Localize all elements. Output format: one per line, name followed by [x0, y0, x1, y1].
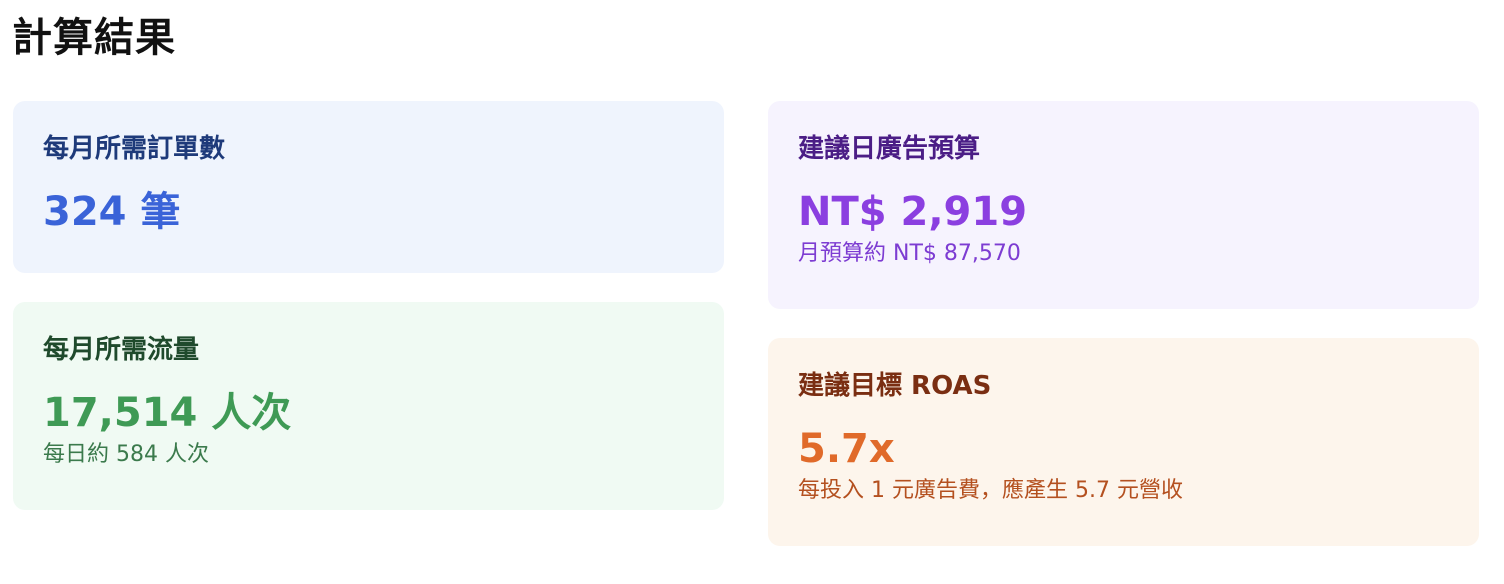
daily-budget-value: NT$ 2,919 — [798, 189, 1028, 235]
roas-explanation-note: 每投入 1 元廣告費，應產生 5.7 元營收 — [798, 478, 1183, 503]
daily-traffic-note: 每日約 584 人次 — [43, 442, 209, 467]
target-roas-label: 建議目標 ROAS — [798, 371, 992, 401]
page-title: 計算結果 — [12, 15, 176, 61]
monthly-traffic-card: 每月所需流量 17,514 人次 每日約 584 人次 — [13, 302, 724, 510]
monthly-budget-note: 月預算約 NT$ 87,570 — [798, 241, 1021, 266]
monthly-traffic-value: 17,514 人次 — [43, 390, 292, 436]
target-roas-card: 建議目標 ROAS 5.7x 每投入 1 元廣告費，應產生 5.7 元營收 — [768, 338, 1479, 546]
monthly-traffic-label: 每月所需流量 — [43, 335, 200, 365]
results-page: 計算結果 每月所需訂單數 324 筆 每月所需流量 17,514 人次 每日約 … — [0, 0, 1504, 584]
target-roas-value: 5.7x — [798, 426, 895, 472]
daily-budget-card: 建議日廣告預算 NT$ 2,919 月預算約 NT$ 87,570 — [768, 101, 1479, 309]
daily-budget-label: 建議日廣告預算 — [798, 134, 981, 164]
monthly-orders-value: 324 筆 — [43, 189, 181, 235]
monthly-orders-label: 每月所需訂單數 — [43, 134, 226, 164]
monthly-orders-card: 每月所需訂單數 324 筆 — [13, 101, 724, 273]
